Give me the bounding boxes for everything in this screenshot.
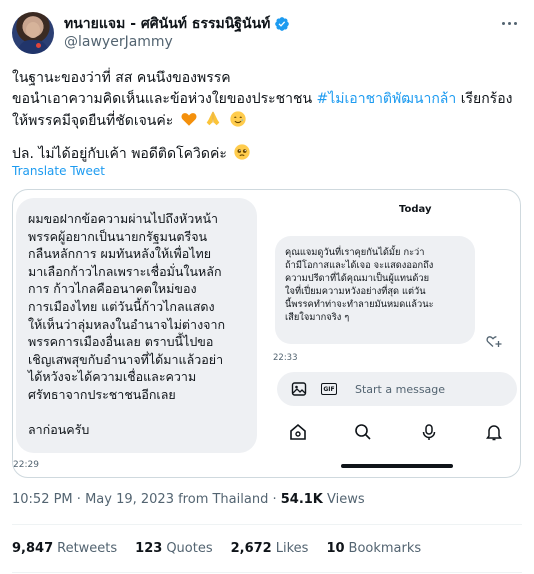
right-message-line: ความปรีดาที่ได้คุณมาเป็นผู้แทนด้วย	[285, 273, 430, 284]
tweet-line-2-pre: ขอนำเอาความคิดเห็นและข้อห่วงใยของประชาชน	[12, 91, 317, 107]
views-count: 54.1K	[280, 492, 323, 507]
smiling-face-with-tear-icon	[229, 111, 246, 127]
more-dot	[513, 21, 517, 25]
left-message-line: ผมขอฝากข้อความผ่านไปถึงหัวหน้า	[28, 211, 219, 226]
gif-icon: GIF	[321, 383, 337, 395]
author-name-row[interactable]: ทนายแจม - ศศินันท์ ธรรมนิฐินันท์	[64, 13, 290, 35]
divider	[12, 572, 522, 573]
avatar-pin	[36, 43, 41, 48]
translate-tweet-link[interactable]: Translate Tweet	[12, 164, 105, 178]
tweet-card: ทนายแจม - ศศินันท์ ธรรมนิฐินันท์ @lawyer…	[0, 0, 534, 574]
right-message-line: นี้พรรคทำท่าจะทำลายมันหมดแล้วนะ	[285, 299, 434, 310]
home-indicator	[341, 464, 453, 468]
author-handle[interactable]: @lawyerJammy	[64, 34, 173, 50]
tweet-line-2-post: เรียกร้อง	[456, 91, 513, 107]
avatar-shirt	[18, 40, 48, 54]
bookmarks-stat[interactable]: 10 Bookmarks	[326, 541, 421, 556]
retweets-stat[interactable]: 9,847 Retweets	[12, 541, 117, 556]
tweet-line-1: ในฐานะของว่าที่ สส คนนึงของพรรค	[12, 70, 231, 86]
more-dot	[507, 21, 511, 25]
tweet-line-3-text: ให้พรรคมีจุดยืนที่ชัดเจนค่ะ	[12, 113, 174, 129]
tweet-source: from Thailand	[178, 492, 269, 507]
tweet-line-3: ให้พรรคมีจุดยืนที่ชัดเจนค่ะ	[12, 110, 522, 132]
left-message-time: 22:29	[13, 460, 39, 470]
left-message-line: ศรัทธาจากประชาชนอีกเลย	[28, 386, 176, 402]
retweets-label: Retweets	[57, 541, 118, 556]
left-message-line: กลืนหลักการ ผมทันหลังให้เพื่อไทย	[28, 246, 212, 262]
left-message-line: การ ก้าวไกลคืออนาคตใหม่ของ	[28, 281, 197, 297]
message-composer: GIF Start a message	[277, 372, 517, 406]
app-tab-bar	[281, 420, 511, 444]
tweet-stats: 9,847 Retweets 123 Quotes 2,672 Likes 10 Boo…	[12, 541, 421, 556]
quotes-count: 123	[135, 541, 163, 556]
quotes-stat[interactable]: 123 Quotes	[135, 541, 212, 556]
pleading-face-icon	[234, 144, 250, 160]
likes-count: 2,672	[230, 541, 272, 556]
tweet-postscript: ปล. ไม่ได้อยู่กับเค้า พอดีติดโควิดค่ะ	[12, 143, 251, 165]
notifications-icon	[485, 425, 502, 441]
left-message-line: ได้หวังจะได้ความเชื่อและความ	[28, 369, 197, 385]
likes-stat[interactable]: 2,672 Likes	[231, 541, 309, 556]
verified-badge-icon	[275, 17, 290, 31]
meta-separator: ·	[272, 492, 281, 507]
right-message-line: เสียใจมากจริง ๆ	[285, 312, 350, 323]
image-icon	[291, 382, 307, 396]
search-icon	[355, 424, 371, 440]
folded-hands-icon	[206, 111, 220, 126]
react-heart-plus-icon	[486, 336, 502, 347]
tweet-time[interactable]: 10:52 PM	[12, 492, 73, 507]
tweet-postscript-text: ปล. ไม่ได้อยู่กับเค้า พอดีติดโควิดค่ะ	[12, 146, 227, 162]
tweet-text: ในฐานะของว่าที่ สส คนนึงของพรรค ขอนำเอาค…	[12, 68, 522, 132]
divider	[12, 524, 522, 525]
views-label: Views	[327, 492, 365, 507]
spaces-icon	[422, 424, 435, 440]
today-label: Today	[399, 204, 432, 215]
composer-placeholder: Start a message	[355, 382, 446, 396]
right-message-time: 22:33	[273, 353, 298, 363]
orange-heart-icon	[181, 113, 197, 126]
right-message-line: คุณแจมดูวันที่เราคุยกันได้มั้ย กะว่า	[285, 247, 425, 258]
home-icon	[290, 423, 306, 440]
meta-separator: ·	[76, 492, 86, 507]
likes-label: Likes	[275, 541, 309, 556]
right-message-line: ใจที่เปี่ยมความหวังอย่างที่สุด แต่วัน	[285, 286, 426, 297]
avatar[interactable]	[12, 12, 54, 54]
left-message-line: ให้เห็นว่าลุ่มหลงในอำนาจไม่ต่างจาก	[28, 316, 226, 332]
quotes-label: Quotes	[166, 541, 213, 556]
dm-screenshot: Today คุณแจมดูวันที่เราคุยกันได้มั้ย กะว…	[271, 198, 518, 474]
bookmarks-label: Bookmarks	[348, 541, 422, 556]
more-options-icon[interactable]	[498, 16, 520, 30]
tweet-line-2: ขอนำเอาความคิดเห็นและข้อห่วงใยของประชาชน…	[12, 89, 522, 110]
left-message-line: พรรคการเมืองอื่นเลย ตราบนี้ไปขอ	[28, 334, 214, 350]
avatar-face	[26, 22, 40, 38]
tweet-date[interactable]: May 19, 2023	[85, 492, 174, 507]
right-message-line: ถ้ามีโอกาสและได้เจอ จะแสดงออกถึง	[285, 260, 434, 271]
author-display-name[interactable]: ทนายแจม - ศศินันท์ ธรรมนิฐินันท์	[64, 13, 270, 35]
left-message-line: เชิญเสพสุขกับอำนาจที่ได้มาแล้วอย่า	[28, 351, 224, 367]
left-message-line: พรรคผู้อยากเป็นนายกรัฐมนตรีจน	[28, 228, 208, 244]
left-message-bye: ลาก่อนครับ	[28, 421, 90, 437]
retweets-count: 9,847	[12, 541, 54, 556]
left-message-line: มาเลือกก้าวไกลเพราะเชื่อมั่นในหลัก	[28, 263, 222, 279]
hashtag-link[interactable]: #ไม่เอาชาติพัฒนากล้า	[317, 91, 457, 107]
tweet-meta: 10:52 PM · May 19, 2023 from Thailand · …	[12, 492, 365, 507]
left-message-line: การเมืองไทย แต่วันนี้ก้าวไกลแสดง	[28, 298, 215, 314]
right-message-bubble: คุณแจมดูวันที่เราคุยกันได้มั้ย กะว่า ถ้า…	[275, 236, 475, 344]
bookmarks-count: 10	[326, 541, 345, 556]
more-dot	[501, 21, 505, 25]
tweet-image[interactable]: ผมขอฝากข้อความผ่านไปถึงหัวหน้า พรรคผู้อย…	[12, 189, 521, 478]
left-message-bubble: ผมขอฝากข้อความผ่านไปถึงหัวหน้า พรรคผู้อย…	[16, 198, 257, 453]
